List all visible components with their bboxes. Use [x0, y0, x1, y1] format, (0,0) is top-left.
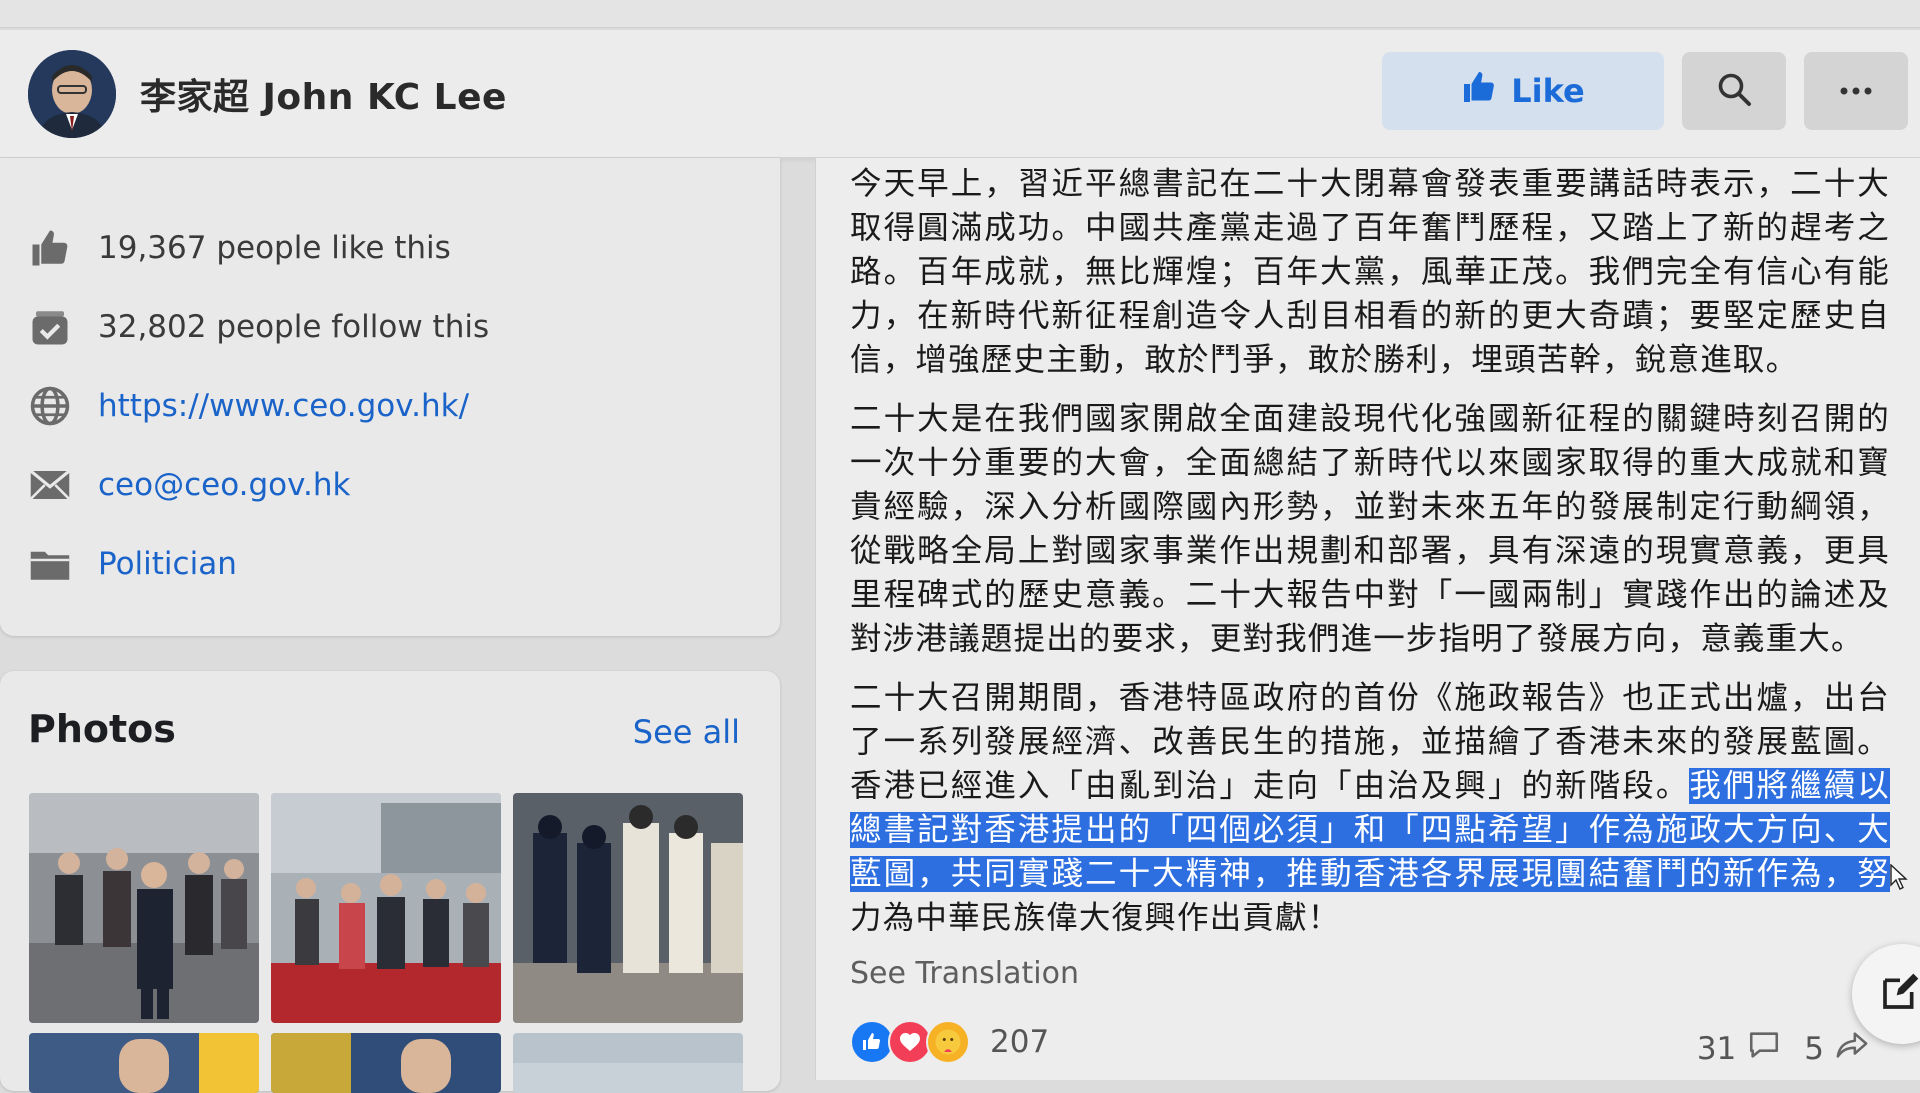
- photo-thumbnail[interactable]: [29, 1033, 259, 1093]
- thumbs-up-icon: [1461, 69, 1497, 113]
- category-link[interactable]: Politician: [98, 546, 237, 582]
- photo-thumbnail[interactable]: [271, 793, 501, 1023]
- browser-top-bar: [0, 0, 1920, 28]
- globe-icon: [28, 384, 72, 428]
- like-button-label: Like: [1511, 72, 1585, 110]
- photos-card: Photos See all: [0, 671, 780, 1093]
- website-link[interactable]: https://www.ceo.gov.hk/: [98, 388, 469, 424]
- likes-count-text: 19,367 people like this: [98, 230, 451, 266]
- thumbs-up-icon: [28, 226, 72, 270]
- likes-row: 19,367 people like this: [28, 220, 451, 276]
- like-page-button[interactable]: Like: [1382, 52, 1664, 130]
- photo-thumbnail[interactable]: [271, 1033, 501, 1093]
- share-count[interactable]: 5: [1804, 1031, 1824, 1067]
- post-paragraph: 二十大是在我們國家開啟全面建設現代化強國新征程的關鍵時刻召開的一次十分重要的大會…: [850, 401, 1890, 657]
- post-card: 今天早上，習近平總書記在二十大閉幕會發表重要講話時表示，二十大取得圓滿成功。中國…: [815, 158, 1920, 1080]
- mouse-cursor-icon: [1890, 863, 1908, 894]
- comment-count[interactable]: 31: [1697, 1031, 1736, 1067]
- avatar[interactable]: [28, 50, 116, 138]
- see-translation-link[interactable]: See Translation: [850, 956, 1079, 991]
- more-options-button[interactable]: [1804, 52, 1908, 130]
- email-row: ceo@ceo.gov.hk: [28, 457, 351, 513]
- photo-thumbnail[interactable]: [513, 1033, 743, 1093]
- reaction-count: 207: [990, 1024, 1050, 1060]
- photo-thumbnail[interactable]: [513, 793, 743, 1023]
- edit-icon: [1880, 972, 1920, 1016]
- category-row: Politician: [28, 536, 237, 592]
- search-icon: [1716, 71, 1752, 111]
- left-column: 19,367 people like this 32,802 people fo…: [0, 158, 782, 1093]
- post-paragraph: 今天早上，習近平總書記在二十大閉幕會發表重要講話時表示，二十大取得圓滿成功。中國…: [850, 166, 1890, 378]
- website-row: https://www.ceo.gov.hk/: [28, 378, 469, 434]
- intro-card: 19,367 people like this 32,802 people fo…: [0, 158, 780, 636]
- post-body: 今天早上，習近平總書記在二十大閉幕會發表重要講話時表示，二十大取得圓滿成功。中國…: [850, 158, 1890, 955]
- care-reaction-icon: [926, 1020, 970, 1064]
- envelope-icon: [28, 463, 72, 507]
- photos-see-all-link[interactable]: See all: [633, 713, 740, 751]
- post-stats: 31 5: [1697, 1028, 1870, 1070]
- post-paragraph: 二十大召開期間，香港特區政府的首份《施政報告》也正式出爐，出台了一系列發展經濟、…: [850, 676, 1890, 940]
- folder-icon: [28, 542, 72, 586]
- post-text-segment: 力為中華民族偉大復興作出貢獻！: [850, 900, 1341, 936]
- photos-heading: Photos: [28, 707, 176, 751]
- page-header: 李家超 John KC Lee Like: [0, 30, 1920, 158]
- reaction-summary[interactable]: 207: [850, 1020, 1049, 1064]
- followers-row: 32,802 people follow this: [28, 299, 489, 355]
- more-dots-icon: [1838, 82, 1874, 101]
- share-icon[interactable]: [1834, 1028, 1870, 1070]
- photo-thumbnail[interactable]: [29, 793, 259, 1023]
- email-link[interactable]: ceo@ceo.gov.hk: [98, 467, 351, 503]
- page-title: 李家超 John KC Lee: [140, 77, 507, 118]
- search-button[interactable]: [1682, 52, 1786, 130]
- followers-count-text: 32,802 people follow this: [98, 309, 490, 345]
- follow-check-icon: [28, 305, 72, 349]
- comment-icon[interactable]: [1746, 1028, 1782, 1070]
